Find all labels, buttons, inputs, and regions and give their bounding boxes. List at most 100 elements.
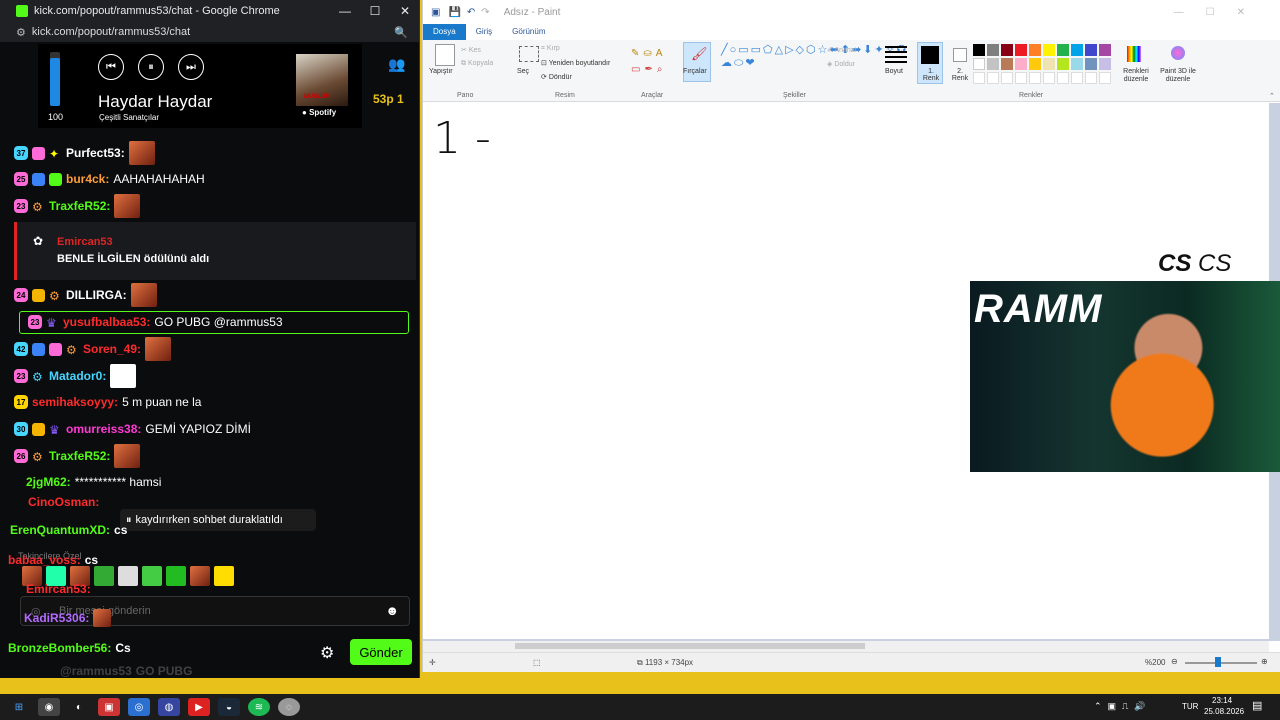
eraser-icons[interactable]: ▭✒⌕	[631, 64, 666, 75]
scroll-thumb[interactable]	[515, 643, 865, 649]
chat-message: 24 ⚙ DILLIRGA:	[14, 283, 157, 307]
tab-view[interactable]: Görünüm	[502, 24, 555, 40]
edit-colors-icon[interactable]	[1127, 46, 1141, 62]
select-button[interactable]: Seç	[517, 68, 529, 75]
zoom-level: %200	[1145, 658, 1166, 667]
brushes-label: Fırçalar	[683, 68, 707, 75]
site-info-icon[interactable]: ⚙	[16, 26, 26, 39]
copy-button[interactable]: ⧉ Kopyala	[461, 60, 493, 68]
app-icon[interactable]: ◉	[38, 698, 60, 716]
spotify-logo: ● Spotify	[302, 108, 337, 117]
spotify-icon[interactable]: ≋	[248, 698, 270, 716]
resize-button[interactable]: ⊡ Yeniden boyutlandır	[541, 59, 610, 67]
outline-button[interactable]: ✐ Anahat	[827, 46, 857, 54]
emoji-icon[interactable]: ☻	[385, 603, 399, 618]
save-icon[interactable]: 💾	[448, 7, 460, 18]
window-controls[interactable]: —☐✕	[1174, 7, 1267, 18]
volume-slider[interactable]	[50, 52, 60, 106]
color-palette[interactable]	[973, 44, 1117, 84]
reward-icon: ✿	[33, 234, 44, 248]
close-button[interactable]: ✕	[390, 4, 419, 18]
color1-label: 1. Renk	[922, 68, 940, 82]
chrome-titlebar: kick.com/popout/rammus53/chat - Google C…	[0, 0, 419, 22]
shapes-gallery[interactable]: ╱○▭▭⬠△▷◇⬡☆⬅⬆➡⬇✦✧✪☁⬭❤	[721, 44, 906, 70]
album-art: MÜSLÜM	[296, 54, 348, 106]
steam-icon[interactable]: ◒	[218, 698, 240, 716]
users-icon[interactable]: 👥	[388, 56, 405, 73]
paste-icon[interactable]	[435, 44, 455, 66]
chat-message: 2jgM62: *********** hamsi	[26, 475, 162, 489]
overlay-line: CinoOsman:	[28, 495, 100, 509]
track-artist: Çeşitli Sanatçılar	[99, 113, 160, 122]
zoom-thumb[interactable]	[1215, 657, 1221, 667]
edit-colors-button[interactable]: Renkleri düzenle	[1119, 68, 1153, 84]
ribbon: Yapıştır ✂ Kes ⧉ Kopyala Seç ⌗ Kırp ⊡ Ye…	[423, 40, 1280, 102]
fill-button[interactable]: ◈ Doldur	[827, 60, 855, 68]
chrome-window: kick.com/popout/rammus53/chat - Google C…	[0, 0, 420, 678]
chat-message: 26 ⚙ TraxfeR52:	[14, 444, 141, 468]
chat-message: 23 ⚙ Matador0:	[14, 364, 137, 388]
tools-icons[interactable]: ✎⛀A	[631, 48, 666, 59]
add-icon: ✛	[429, 658, 436, 667]
youtube-icon[interactable]: ▶	[188, 698, 210, 716]
paint3d-button[interactable]: Paint 3D ile düzenle	[1155, 68, 1201, 84]
undo-icon[interactable]: ↶	[467, 7, 475, 18]
clock-time[interactable]: 23:14	[1212, 696, 1232, 705]
crop-button[interactable]: ⌗ Kırp	[541, 45, 560, 53]
zoom-icon[interactable]: 🔍	[394, 26, 408, 39]
url-bar[interactable]: ⚙ kick.com/popout/rammus53/chat 🔍	[0, 22, 419, 42]
chat-message: 23 ⚙ TraxfeR52:	[14, 194, 141, 218]
taskbar: ⊞ ◉ ◐ ▣ ◎ ◍ ▶ ◒ ≋ ◌ ⌃▣⎍🔊 TUR 23:14 25.08…	[0, 694, 1280, 720]
reward-notice: ✿ Emircan53 BENLE İLGİLEN ödülünü aldı	[14, 222, 416, 280]
selection-icon: ⬚	[533, 658, 541, 667]
next-track-icon[interactable]: ⏭	[178, 54, 204, 80]
chat-paused-notice[interactable]: ⏸ kaydırırken sohbet duraklatıldı	[120, 509, 316, 531]
zoom-out-icon[interactable]: ⊖	[1171, 657, 1178, 666]
tray-icons[interactable]: ⌃▣⎍🔊	[1094, 701, 1152, 712]
zoom-slider[interactable]	[1185, 662, 1257, 664]
status-bar: ✛ ⬚ ⧉ 1193 × 734px %200 ⊖ ⊕	[423, 652, 1280, 672]
window-title: kick.com/popout/rammus53/chat - Google C…	[34, 5, 280, 17]
kick-favicon-icon	[16, 5, 28, 17]
size-icon[interactable]	[885, 46, 907, 64]
overlay-line: KadiR5306:	[24, 607, 112, 629]
cut-button[interactable]: ✂ Kes	[461, 46, 481, 54]
zoom-in-icon[interactable]: ⊕	[1261, 657, 1268, 666]
maximize-button[interactable]: ☐	[360, 4, 390, 18]
previous-track-icon[interactable]: ⏮	[98, 54, 124, 80]
tab-file[interactable]: Dosya	[423, 24, 466, 40]
canvas-size: ⧉ 1193 × 734px	[637, 658, 694, 667]
minimize-button[interactable]: —	[330, 4, 360, 18]
tab-home[interactable]: Giriş	[466, 24, 502, 40]
color2-swatch[interactable]	[953, 48, 967, 62]
redo-icon[interactable]: ↷	[481, 7, 489, 18]
chrome-icon[interactable]: ◎	[128, 698, 150, 716]
color2-label: 2. Renk	[951, 68, 969, 82]
app-icon[interactable]: ◌	[278, 698, 300, 716]
language-indicator[interactable]: TUR	[1182, 702, 1198, 711]
settings-gear-icon[interactable]: ⚙	[320, 643, 334, 663]
overlay-line: ErenQuantumXD: cs	[10, 523, 128, 537]
send-button[interactable]: Gönder	[350, 639, 412, 665]
size-button[interactable]: Boyut	[885, 68, 903, 75]
paste-button[interactable]: Yapıştır	[429, 68, 453, 75]
ribbon-collapse-icon[interactable]: ⌃	[1269, 92, 1275, 100]
group-tools: Araçlar	[641, 92, 664, 99]
chat-message: 25 bur4ck: AAHAHAHAHAH	[14, 168, 205, 190]
notification-icon[interactable]: ▤	[1252, 699, 1262, 712]
app-icon[interactable]: ◐	[68, 698, 90, 716]
paint-titlebar: ▣ 💾 ↶ ↷ Adsız - Paint —☐✕	[423, 0, 1280, 24]
horizontal-scrollbar[interactable]	[423, 641, 1269, 652]
paint-title: Adsız - Paint	[503, 6, 561, 18]
select-icon[interactable]	[519, 46, 539, 62]
overlay-line: BronzeBomber56: Cs	[8, 641, 131, 655]
paint3d-icon[interactable]	[1171, 46, 1185, 60]
pause-track-icon[interactable]: ⏸	[138, 54, 164, 80]
rotate-button[interactable]: ⟳ Döndür	[541, 73, 572, 81]
group-clipboard: Pano	[457, 92, 474, 99]
clock-date[interactable]: 25.08.2026	[1204, 707, 1244, 716]
chat-message: 42 ⚙ Soren_49:	[14, 337, 172, 361]
start-icon[interactable]: ⊞	[8, 698, 30, 716]
app-icon[interactable]: ◍	[158, 698, 180, 716]
app-icon[interactable]: ▣	[98, 698, 120, 716]
